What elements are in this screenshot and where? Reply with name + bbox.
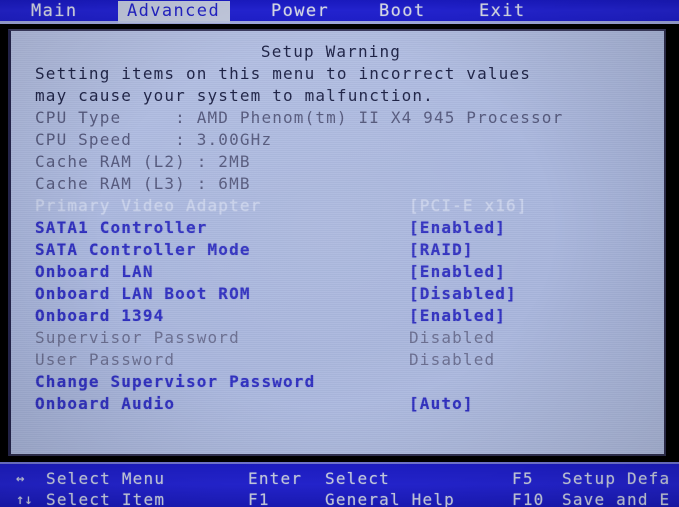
setting-row-primary-video-adapter: Primary Video Adapter [PCI-E x16] bbox=[11, 196, 664, 217]
tab-advanced[interactable]: Advanced bbox=[118, 1, 230, 23]
setting-row-sata1-controller[interactable]: SATA1 Controller [Enabled] bbox=[11, 218, 664, 239]
setting-value[interactable]: [Auto] bbox=[409, 394, 474, 414]
setting-row-onboard-lan[interactable]: Onboard LAN [Enabled] bbox=[11, 262, 664, 283]
tab-power[interactable]: Power bbox=[262, 1, 338, 23]
setting-row-onboard-audio[interactable]: Onboard Audio [Auto] bbox=[11, 394, 664, 415]
key-enter: Enter bbox=[248, 469, 303, 488]
setting-label: Onboard LAN Boot ROM bbox=[35, 284, 251, 303]
key-f1: F1 bbox=[248, 490, 270, 507]
content-panel: Setup Warning Setting items on this menu… bbox=[8, 29, 666, 456]
setting-label: SATA1 Controller bbox=[35, 218, 208, 237]
info-cpu-type: CPU Type : AMD Phenom(tm) II X4 945 Proc… bbox=[35, 108, 564, 127]
help-setup-defaults: Setup Defa bbox=[562, 469, 671, 488]
key-left-right-arrows: ↔ bbox=[16, 471, 25, 487]
setting-value[interactable]: [Enabled] bbox=[409, 218, 506, 238]
setting-value: Disabled bbox=[409, 328, 496, 347]
setup-warning-title: Setup Warning bbox=[260, 42, 402, 61]
help-save-and-exit: Save and E bbox=[562, 490, 671, 507]
info-cache-l3: Cache RAM (L3) : 6MB bbox=[35, 174, 251, 193]
help-select-menu: Select Menu bbox=[46, 469, 166, 488]
setting-row-sata-controller-mode[interactable]: SATA Controller Mode [RAID] bbox=[11, 240, 664, 261]
help-general-help: General Help bbox=[325, 490, 455, 507]
key-f10: F10 bbox=[512, 490, 545, 507]
info-cache-l2: Cache RAM (L2) : 2MB bbox=[35, 152, 251, 171]
setting-label[interactable]: Change Supervisor Password bbox=[35, 372, 315, 392]
help-bar: ↔ Select Menu Enter Select F5 Setup Defa… bbox=[0, 462, 679, 507]
setting-value: Disabled bbox=[409, 350, 496, 369]
help-select: Select bbox=[325, 469, 390, 488]
setting-row-change-supervisor-password[interactable]: Change Supervisor Password bbox=[11, 372, 664, 393]
setting-label: Onboard 1394 bbox=[35, 306, 165, 325]
warning-line-1: Setting items on this menu to incorrect … bbox=[35, 64, 532, 83]
setting-row-onboard-lan-boot-rom[interactable]: Onboard LAN Boot ROM [Disabled] bbox=[11, 284, 664, 305]
tab-main[interactable]: Main bbox=[22, 1, 87, 23]
setting-label: Onboard Audio bbox=[35, 394, 176, 413]
setting-value[interactable]: [Enabled] bbox=[409, 306, 506, 326]
setting-label: Supervisor Password bbox=[35, 328, 240, 347]
key-f5: F5 bbox=[512, 469, 534, 488]
setting-row-supervisor-password: Supervisor Password Disabled bbox=[11, 328, 664, 349]
setting-value[interactable]: [Enabled] bbox=[409, 262, 506, 282]
key-up-down-arrows: ↑↓ bbox=[16, 492, 33, 507]
setting-value[interactable]: [RAID] bbox=[409, 240, 474, 260]
setting-label: User Password bbox=[35, 350, 176, 369]
setting-value: [PCI-E x16] bbox=[409, 196, 528, 215]
tab-boot[interactable]: Boot bbox=[370, 1, 435, 23]
setting-label: SATA Controller Mode bbox=[35, 240, 251, 259]
menu-bar: Main Advanced Power Boot Exit bbox=[0, 0, 679, 24]
setting-label: Primary Video Adapter bbox=[35, 196, 262, 215]
setting-value[interactable]: [Disabled] bbox=[409, 284, 517, 304]
setting-label: Onboard LAN bbox=[35, 262, 154, 281]
info-cpu-speed: CPU Speed : 3.00GHz bbox=[35, 130, 273, 149]
tab-exit[interactable]: Exit bbox=[470, 1, 535, 23]
bios-setup-screen: Main Advanced Power Boot Exit Setup Warn… bbox=[0, 0, 679, 507]
help-select-item: Select Item bbox=[46, 490, 166, 507]
setting-row-user-password: User Password Disabled bbox=[11, 350, 664, 371]
setting-row-onboard-1394[interactable]: Onboard 1394 [Enabled] bbox=[11, 306, 664, 327]
warning-line-2: may cause your system to malfunction. bbox=[35, 86, 434, 105]
